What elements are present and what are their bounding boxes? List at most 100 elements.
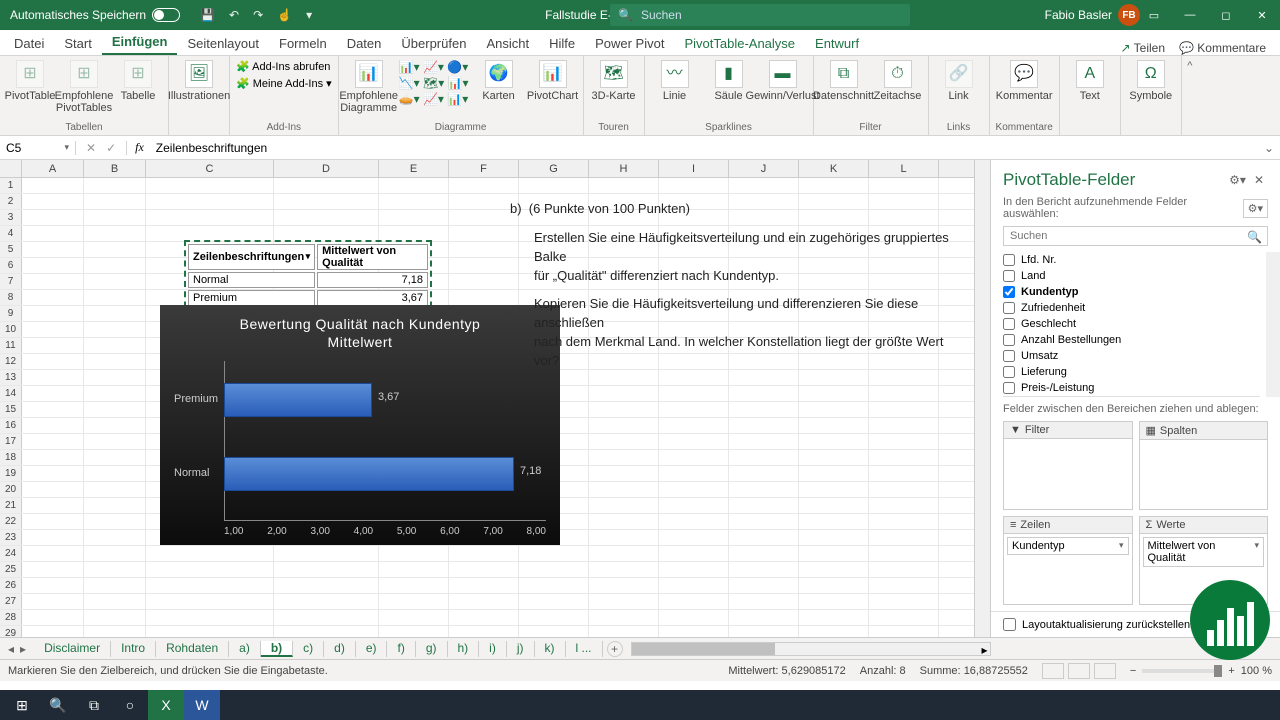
sheet-tab[interactable]: Intro — [111, 641, 156, 657]
sparkline-winloss-button[interactable]: ▬Gewinn/Verlust — [759, 60, 807, 102]
table-button[interactable]: ⊞Tabelle — [114, 60, 162, 102]
name-box[interactable]: C5 — [0, 141, 76, 155]
col-F[interactable]: F — [449, 160, 519, 177]
zoom-slider[interactable] — [1142, 669, 1222, 673]
field-checkbox[interactable]: Umsatz — [1003, 348, 1260, 364]
field-checkbox[interactable]: Lfd. Nr. — [1003, 252, 1260, 268]
field-checkbox[interactable]: Kundentyp — [1003, 284, 1260, 300]
page-layout-view-icon[interactable] — [1068, 663, 1090, 679]
worksheet-grid[interactable]: A B C D E F G H I J K L 1234567891011121… — [0, 160, 974, 637]
rows-area[interactable]: ≡ ZeilenKundentyp — [1003, 516, 1133, 605]
col-K[interactable]: K — [799, 160, 869, 177]
col-C[interactable]: C — [146, 160, 274, 177]
sparkline-line-button[interactable]: 〰Linie — [651, 60, 699, 102]
normal-view-icon[interactable] — [1042, 663, 1064, 679]
tab-ueberpruefen[interactable]: Überprüfen — [391, 32, 476, 55]
layout-options-icon[interactable]: ⚙▾ — [1243, 199, 1268, 218]
sheet-tab[interactable]: l ... — [566, 641, 603, 657]
values-area-item[interactable]: Mittelwert von Qualität — [1143, 537, 1265, 567]
enter-formula-icon[interactable]: ✓ — [106, 141, 116, 155]
tab-seitenlayout[interactable]: Seitenlayout — [177, 32, 269, 55]
search-box[interactable]: 🔍 — [610, 4, 910, 26]
share-button[interactable]: Teilen — [1120, 41, 1165, 55]
sheet-tab[interactable]: i) — [479, 641, 507, 657]
cortana-icon[interactable]: ○ — [112, 690, 148, 720]
page-break-view-icon[interactable] — [1094, 663, 1116, 679]
zoom-level[interactable]: 100 % — [1241, 665, 1272, 677]
autosave-toggle[interactable]: Automatisches Speichern — [0, 8, 190, 22]
touch-icon[interactable]: ☝ — [277, 8, 292, 22]
sheet-tab[interactable]: k) — [535, 641, 566, 657]
zoom-out-icon[interactable]: − — [1130, 665, 1136, 677]
recommended-pivottables-button[interactable]: ⊞Empfohlene PivotTables — [60, 60, 108, 114]
sheet-tab[interactable]: f) — [387, 641, 415, 657]
sheet-tab[interactable]: j) — [507, 641, 535, 657]
sheet-nav-next-icon[interactable]: ▸ — [20, 642, 26, 656]
word-taskbar-icon[interactable]: W — [184, 690, 220, 720]
vertical-scrollbar[interactable] — [974, 160, 990, 637]
symbols-button[interactable]: ΩSymbole — [1127, 60, 1175, 102]
sheet-tab[interactable]: h) — [448, 641, 480, 657]
field-checkbox[interactable]: Lieferung — [1003, 364, 1260, 380]
sheet-tab[interactable]: Disclaimer — [34, 641, 111, 657]
tab-hilfe[interactable]: Hilfe — [539, 32, 585, 55]
task-view-icon[interactable]: ⧉ — [76, 690, 112, 720]
search-taskbar-icon[interactable]: 🔍 — [40, 690, 76, 720]
slicer-button[interactable]: ⧉Datenschnitt — [820, 60, 868, 102]
tab-pivottable-analyse[interactable]: PivotTable-Analyse — [674, 32, 805, 55]
search-input[interactable] — [641, 8, 902, 22]
pivot-row[interactable]: Normal — [188, 272, 315, 288]
toggle-switch[interactable] — [152, 8, 180, 22]
comment-button[interactable]: 💬Kommentar — [1000, 60, 1048, 102]
pane-close-icon[interactable]: ✕ — [1250, 173, 1268, 187]
pivottable-button[interactable]: ⊞PivotTable — [6, 60, 54, 102]
tab-entwurf[interactable]: Entwurf — [805, 32, 869, 55]
sheet-tab[interactable]: a) — [229, 641, 261, 657]
field-checkbox[interactable]: Zufriedenheit — [1003, 300, 1260, 316]
field-search-input[interactable] — [1003, 226, 1268, 246]
comments-button[interactable]: 💬 Kommentare — [1179, 41, 1266, 55]
undo-icon[interactable]: ↶ — [229, 8, 239, 22]
close-icon[interactable]: ✕ — [1244, 0, 1280, 30]
formula-input[interactable] — [152, 141, 1264, 155]
col-E[interactable]: E — [379, 160, 449, 177]
sheet-tab[interactable]: b) — [261, 641, 293, 657]
col-D[interactable]: D — [274, 160, 379, 177]
tab-datei[interactable]: Datei — [4, 32, 54, 55]
tab-daten[interactable]: Daten — [337, 32, 392, 55]
sheet-tab[interactable]: g) — [416, 641, 448, 657]
chart-type-3[interactable]: 🥧▾ 📈▾ 📊▾ — [399, 92, 469, 106]
field-checkbox[interactable]: Geschlecht — [1003, 316, 1260, 332]
sheet-tab[interactable]: c) — [293, 641, 324, 657]
fx-icon[interactable]: fx — [127, 140, 152, 155]
maximize-icon[interactable]: ◻ — [1208, 0, 1244, 30]
zoom-in-icon[interactable]: + — [1228, 665, 1234, 677]
field-list[interactable]: Lfd. Nr. Land Kundentyp Zufriedenheit Ge… — [1003, 252, 1260, 397]
text-button[interactable]: AText — [1066, 60, 1114, 102]
my-addins-button[interactable]: 🧩 Meine Add-Ins ▾ — [236, 77, 332, 90]
col-I[interactable]: I — [659, 160, 729, 177]
pivot-row-header[interactable]: Zeilenbeschriftungen — [188, 244, 315, 270]
col-J[interactable]: J — [729, 160, 799, 177]
columns-area[interactable]: ▦ Spalten — [1139, 421, 1269, 510]
col-B[interactable]: B — [84, 160, 146, 177]
expand-formula-bar-icon[interactable]: ⌄ — [1264, 141, 1280, 155]
pivot-row[interactable]: Premium — [188, 290, 315, 306]
sheet-tab[interactable]: e) — [356, 641, 388, 657]
illustrations-button[interactable]: 🖼Illustrationen — [175, 60, 223, 102]
link-button[interactable]: 🔗Link — [935, 60, 983, 102]
excel-taskbar-icon[interactable]: X — [148, 690, 184, 720]
collapse-ribbon-icon[interactable]: ^ — [1182, 56, 1198, 135]
col-L[interactable]: L — [869, 160, 939, 177]
chart-type-1[interactable]: 📊▾ 📈▾ 🔵▾ — [399, 60, 469, 74]
tab-formeln[interactable]: Formeln — [269, 32, 337, 55]
3d-map-button[interactable]: 🗺3D-Karte — [590, 60, 638, 102]
tab-powerpivot[interactable]: Power Pivot — [585, 32, 674, 55]
user-account[interactable]: Fabio Basler FB — [1045, 4, 1140, 26]
tab-einfuegen[interactable]: Einfügen — [102, 30, 178, 55]
horizontal-scrollbar[interactable]: ◂▸ — [631, 642, 991, 656]
col-H[interactable]: H — [589, 160, 659, 177]
tab-ansicht[interactable]: Ansicht — [476, 32, 539, 55]
zoom-control[interactable]: − + 100 % — [1130, 665, 1272, 677]
ribbon-display-icon[interactable]: ▭ — [1136, 0, 1172, 30]
